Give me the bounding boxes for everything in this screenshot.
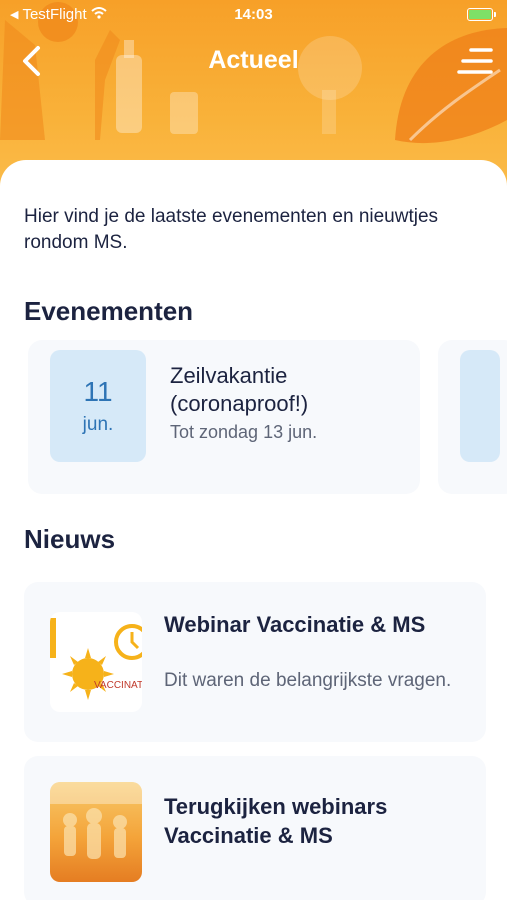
news-card[interactable]: VACCINAT Webinar Vaccinatie & MS Dit war… — [24, 582, 486, 742]
battery-icon — [467, 8, 496, 21]
date-badge — [460, 350, 500, 462]
status-bar: ◀ TestFlight 14:03 — [0, 0, 507, 32]
page-title: Actueel — [208, 46, 299, 74]
menu-icon — [457, 48, 493, 74]
events-heading: Evenementen — [24, 296, 194, 326]
event-title: Zeilvakantie (coronaproof!) — [170, 363, 309, 416]
news-title: Terugkijken webinars Vaccinatie & MS — [164, 794, 388, 848]
event-month: jun. — [82, 414, 114, 435]
content-panel: Hier vind je de laatste evenementen en n… — [0, 160, 507, 900]
event-card[interactable]: 11 jun. Zeilvakantie (coronaproof!) Tot … — [28, 340, 420, 494]
news-card[interactable]: Terugkijken webinars Vaccinatie & MS — [24, 756, 486, 900]
event-subtitle: Tot zondag 13 jun. — [170, 422, 318, 442]
menu-button[interactable] — [457, 44, 493, 78]
news-thumbnail: VACCINAT — [50, 612, 142, 712]
news-thumbnail — [50, 782, 142, 882]
intro-text: Hier vind je de laatste evenementen en n… — [24, 206, 439, 253]
thumb-text: VACCINAT — [94, 680, 142, 691]
news-heading: Nieuws — [24, 524, 116, 554]
status-time: 14:03 — [234, 6, 273, 23]
news-subtitle: Dit waren de belangrijkste vragen. — [164, 670, 452, 691]
event-card-next[interactable] — [438, 340, 507, 494]
news-title: Webinar Vaccinatie & MS — [164, 612, 426, 637]
event-day: 11 — [83, 376, 113, 407]
date-badge: 11 jun. — [50, 350, 146, 462]
